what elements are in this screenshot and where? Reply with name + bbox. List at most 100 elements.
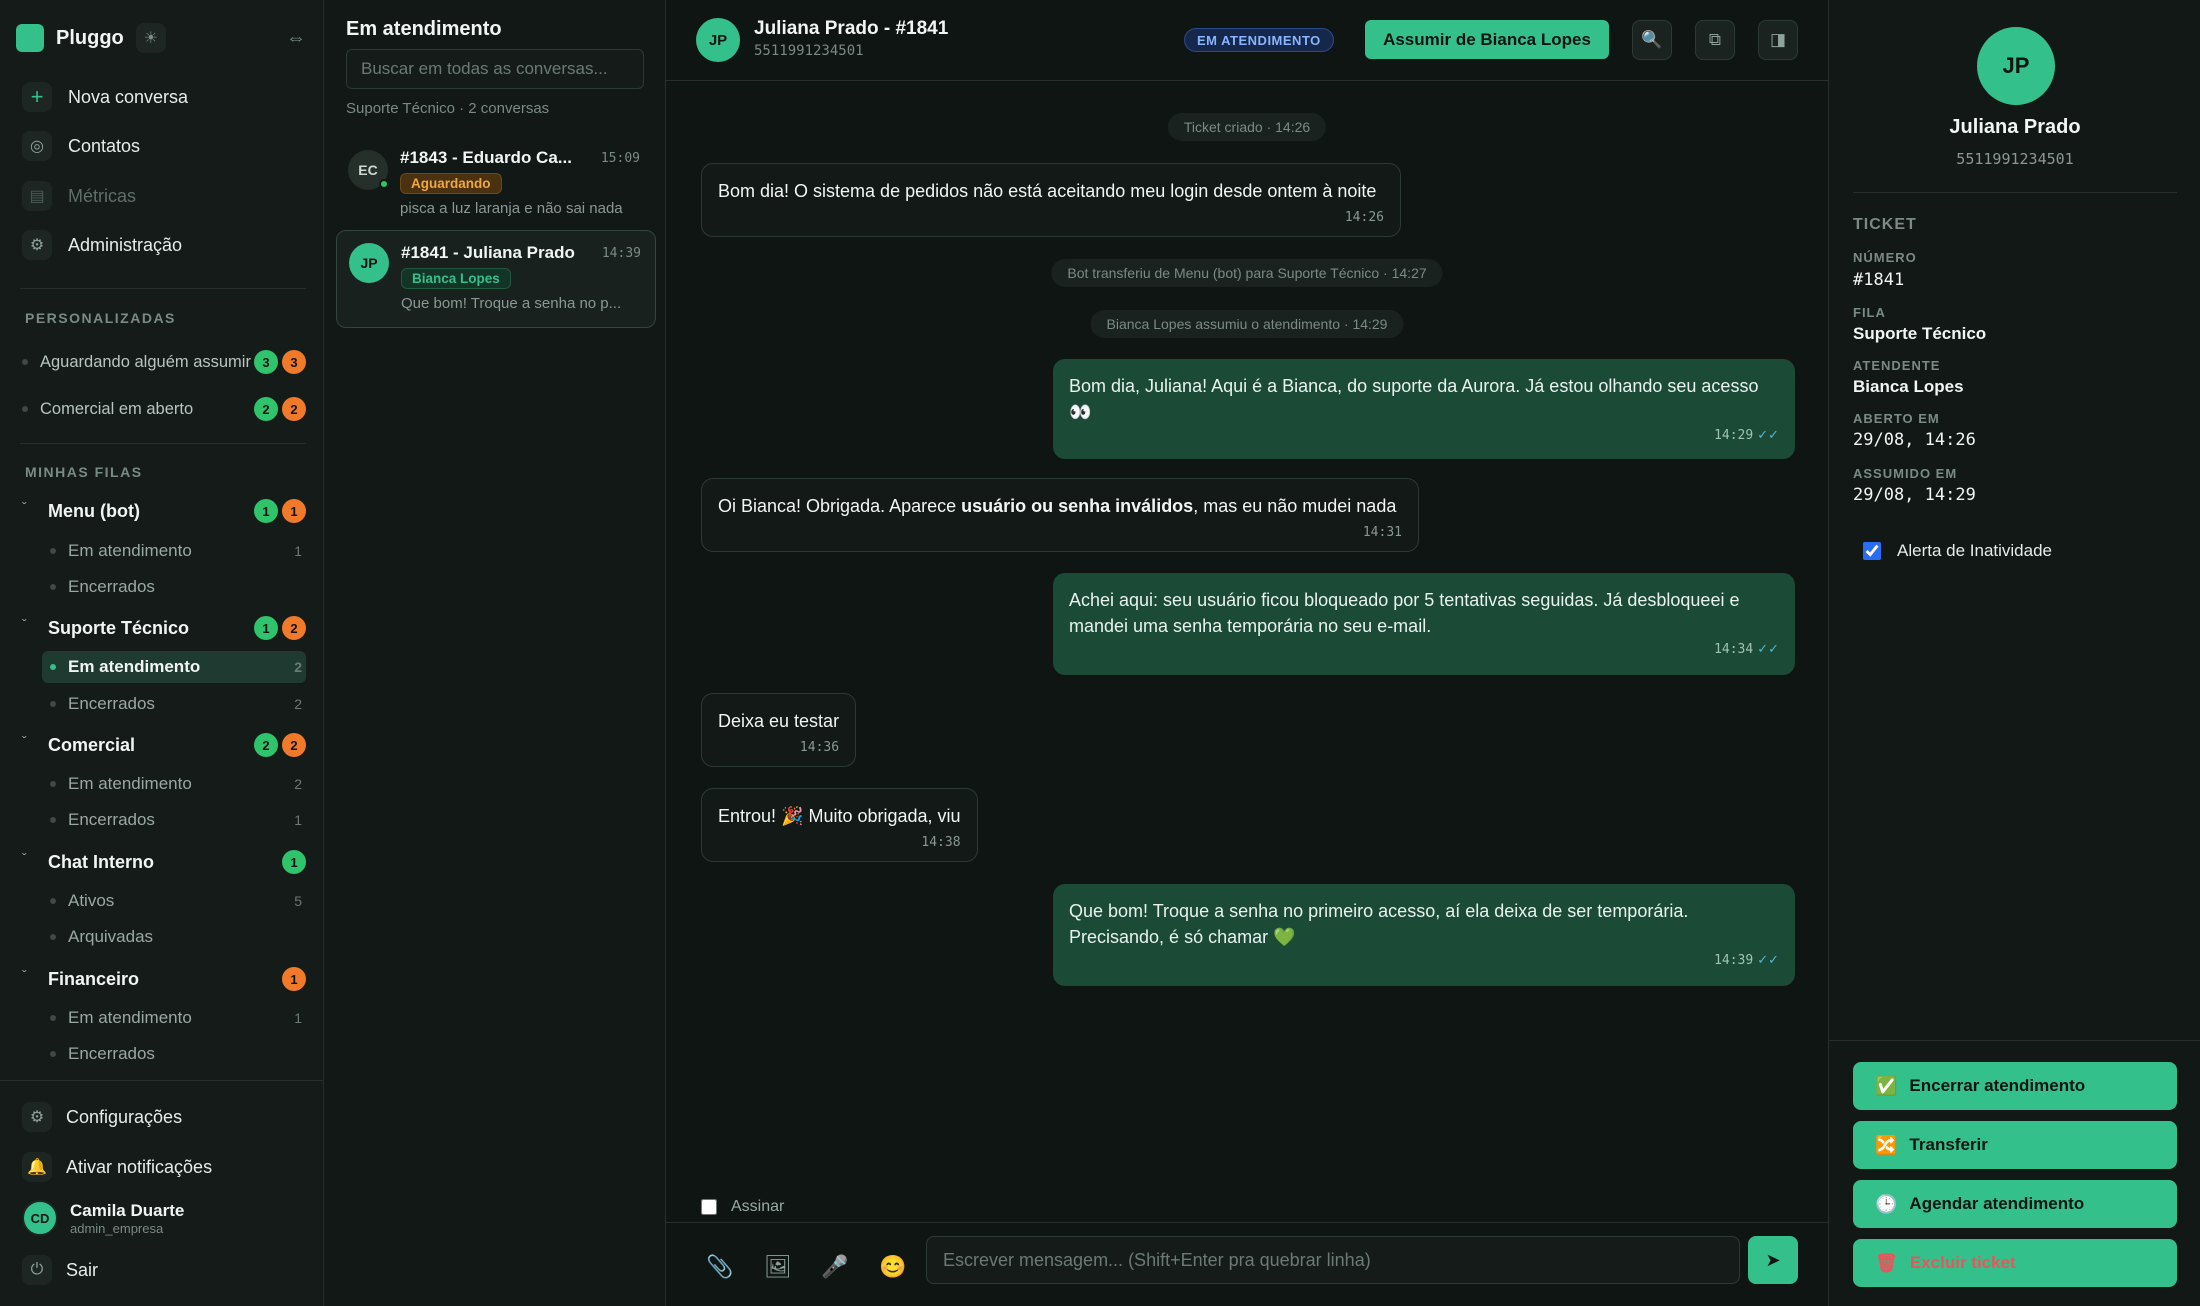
- chevron-down-icon: ˇ: [22, 967, 27, 983]
- queue-header[interactable]: ˇ Chat Interno 1: [22, 848, 306, 876]
- transfer-button[interactable]: 🔀 Transferir: [1853, 1121, 2177, 1169]
- new-conversation-button[interactable]: + Nova conversa: [22, 79, 312, 115]
- queue-sub-count: 2: [294, 776, 302, 792]
- read-ticks-icon: ✓✓: [1757, 641, 1779, 656]
- message-outgoing: Bom dia, Juliana! Aqui é a Bianca, do su…: [1053, 359, 1795, 459]
- queue-sub-label: Em atendimento: [68, 1008, 192, 1027]
- settings-button[interactable]: ⚙ Configurações: [22, 1099, 312, 1135]
- queue-sub-item[interactable]: Encerrados 1: [42, 804, 306, 836]
- message-text: Que bom! Troque a senha no primeiro aces…: [1069, 901, 1689, 921]
- divider: [20, 288, 306, 289]
- conversation-card[interactable]: EC #1843 - Eduardo Ca... 15:09 Aguardand…: [336, 136, 656, 222]
- app-name: Pluggo: [56, 26, 124, 49]
- sign-label: Assinar: [731, 1198, 785, 1215]
- footer-label: Ativar notificações: [66, 1156, 213, 1177]
- queue-header[interactable]: ˇ Suporte Técnico 1 2: [22, 614, 306, 642]
- inactivity-alert-toggle[interactable]: Alerta de Inatividade: [1863, 541, 2052, 561]
- system-message: Bianca Lopes assumiu o atendimento · 14:…: [1090, 310, 1404, 338]
- queue-header[interactable]: ˇ Financeiro 1: [22, 965, 306, 993]
- send-icon[interactable]: ➤: [1748, 1236, 1798, 1284]
- delete-ticket-button[interactable]: 🗑 Excluir ticket: [1853, 1239, 2177, 1287]
- emoji-icon[interactable]: 😊: [873, 1247, 913, 1287]
- queue-sub-label: Em atendimento: [68, 774, 192, 793]
- user-name: Camila Duarte: [70, 1200, 185, 1220]
- field-label: FILA: [1853, 305, 1886, 320]
- power-icon: ⏻: [22, 1255, 52, 1285]
- schedule-button[interactable]: 🕒 Agendar atendimento: [1853, 1180, 2177, 1228]
- message-input[interactable]: [926, 1236, 1740, 1284]
- message-text: Entrou! 🎉 Muito obrigada, viu: [718, 806, 961, 826]
- current-user[interactable]: CD Camila Duarte admin_empresa: [22, 1200, 312, 1236]
- count-badge-green: 1: [254, 499, 278, 523]
- queue-sub-item[interactable]: Encerrados: [42, 571, 306, 603]
- list-subtitle: Suporte Técnico · 2 conversas: [346, 100, 550, 117]
- ticket-details-panel: JP Juliana Prado 5511991234501 TICKET NÚ…: [1828, 0, 2200, 1306]
- system-message: Bot transferiu de Menu (bot) para Suport…: [1051, 259, 1443, 287]
- contact-name: Juliana Prado - #1841: [754, 18, 949, 39]
- count-badge-orange: 3: [282, 350, 306, 374]
- sign-checkbox-row[interactable]: Assinar: [701, 1198, 784, 1216]
- avatar: JP: [1977, 27, 2055, 105]
- queue-sub-item[interactable]: Em atendimento 1: [42, 1002, 306, 1034]
- collapse-icon[interactable]: ⇔: [286, 27, 306, 50]
- brand-row: Pluggo ☀ ⇔: [16, 22, 306, 54]
- conversation-time: 15:09: [600, 150, 640, 166]
- assume-button[interactable]: Assumir de Bianca Lopes: [1365, 20, 1609, 59]
- search-input[interactable]: [346, 49, 644, 89]
- paperclip-icon[interactable]: 📎: [700, 1247, 740, 1287]
- queue-name: Financeiro: [48, 968, 140, 989]
- chart-icon: ▤: [22, 181, 52, 211]
- queue-header[interactable]: ˇ Comercial 2 2: [22, 731, 306, 759]
- inactivity-alert-checkbox[interactable]: [1863, 542, 1881, 560]
- sign-checkbox[interactable]: [701, 1199, 717, 1215]
- message-text: Bom dia! O sistema de pedidos não está a…: [718, 181, 1377, 201]
- clock-icon: 🕒: [1875, 1193, 1898, 1214]
- logout-button[interactable]: ⏻ Sair: [22, 1252, 312, 1288]
- queue-sub-item[interactable]: Encerrados 2: [42, 688, 306, 720]
- panel-icon[interactable]: ◨: [1758, 20, 1798, 60]
- sun-icon[interactable]: ☀: [135, 23, 166, 53]
- queue-sub-item[interactable]: Ativos 5: [42, 885, 306, 917]
- conversation-time: 14:39: [601, 245, 641, 261]
- nav-admin[interactable]: ⚙ Administração: [22, 227, 312, 263]
- conversation-card-active[interactable]: JP #1841 - Juliana Prado 14:39 Bianca Lo…: [336, 230, 656, 328]
- queue-sub-item[interactable]: Arquivadas: [42, 921, 306, 953]
- check-icon: ✅: [1875, 1075, 1898, 1096]
- custom-filter-item[interactable]: Comercial em aberto 2 2: [22, 396, 306, 422]
- queue-sub-item[interactable]: Em atendimento 1: [42, 535, 306, 567]
- message-text-part: Oi Bianca! Obrigada. Aparece: [718, 496, 962, 516]
- read-ticks-icon: ✓✓: [1757, 427, 1779, 442]
- custom-filter-item[interactable]: Aguardando alguém assumir 3 3: [22, 342, 306, 382]
- chevron-down-icon: ˇ: [22, 499, 27, 515]
- queue-sub-item[interactable]: Em atendimento 2: [42, 768, 306, 800]
- bell-icon: 🔔: [22, 1152, 52, 1182]
- avatar: JP: [696, 18, 740, 62]
- microphone-icon[interactable]: 🎤: [815, 1247, 855, 1287]
- conversation-list: Em atendimento Suporte Técnico · 2 conve…: [324, 0, 666, 1306]
- trash-icon: 🗑: [1875, 1252, 1898, 1273]
- queue-sub-label: Encerrados: [68, 577, 155, 596]
- queue-sub-count: 2: [294, 659, 302, 675]
- divider: [1829, 1040, 2200, 1041]
- count-badge-green: 2: [254, 397, 278, 421]
- conversation-title: #1841 - Juliana Prado: [401, 243, 575, 262]
- nav-contacts[interactable]: ◎ Contatos: [22, 128, 312, 164]
- queue-header[interactable]: ˇ Menu (bot) 1 1: [22, 497, 306, 525]
- queue-name: Menu (bot): [48, 500, 140, 521]
- copy-icon[interactable]: ⧉: [1695, 20, 1735, 60]
- field-label: ATENDENTE: [1853, 358, 1941, 373]
- image-icon[interactable]: 🖼: [758, 1247, 798, 1287]
- queue-sub-item-active[interactable]: Em atendimento 2: [42, 651, 306, 683]
- footer-label: Sair: [66, 1259, 99, 1280]
- field-value: Bianca Lopes: [1853, 377, 1964, 396]
- message-time: 14:34: [1714, 642, 1754, 657]
- close-ticket-button[interactable]: ✅ Encerrar atendimento: [1853, 1062, 2177, 1110]
- status-badge: EM ATENDIMENTO: [1184, 28, 1334, 52]
- field-label: ABERTO EM: [1853, 411, 1940, 426]
- notifications-button[interactable]: 🔔 Ativar notificações: [22, 1149, 312, 1185]
- queue-sub-item[interactable]: Encerrados: [42, 1038, 306, 1070]
- field-value: #1841: [1853, 270, 1905, 290]
- search-icon[interactable]: 🔍: [1632, 20, 1672, 60]
- nav-metrics[interactable]: ▤ Métricas: [22, 178, 312, 214]
- count-badge-green: 1: [282, 850, 306, 874]
